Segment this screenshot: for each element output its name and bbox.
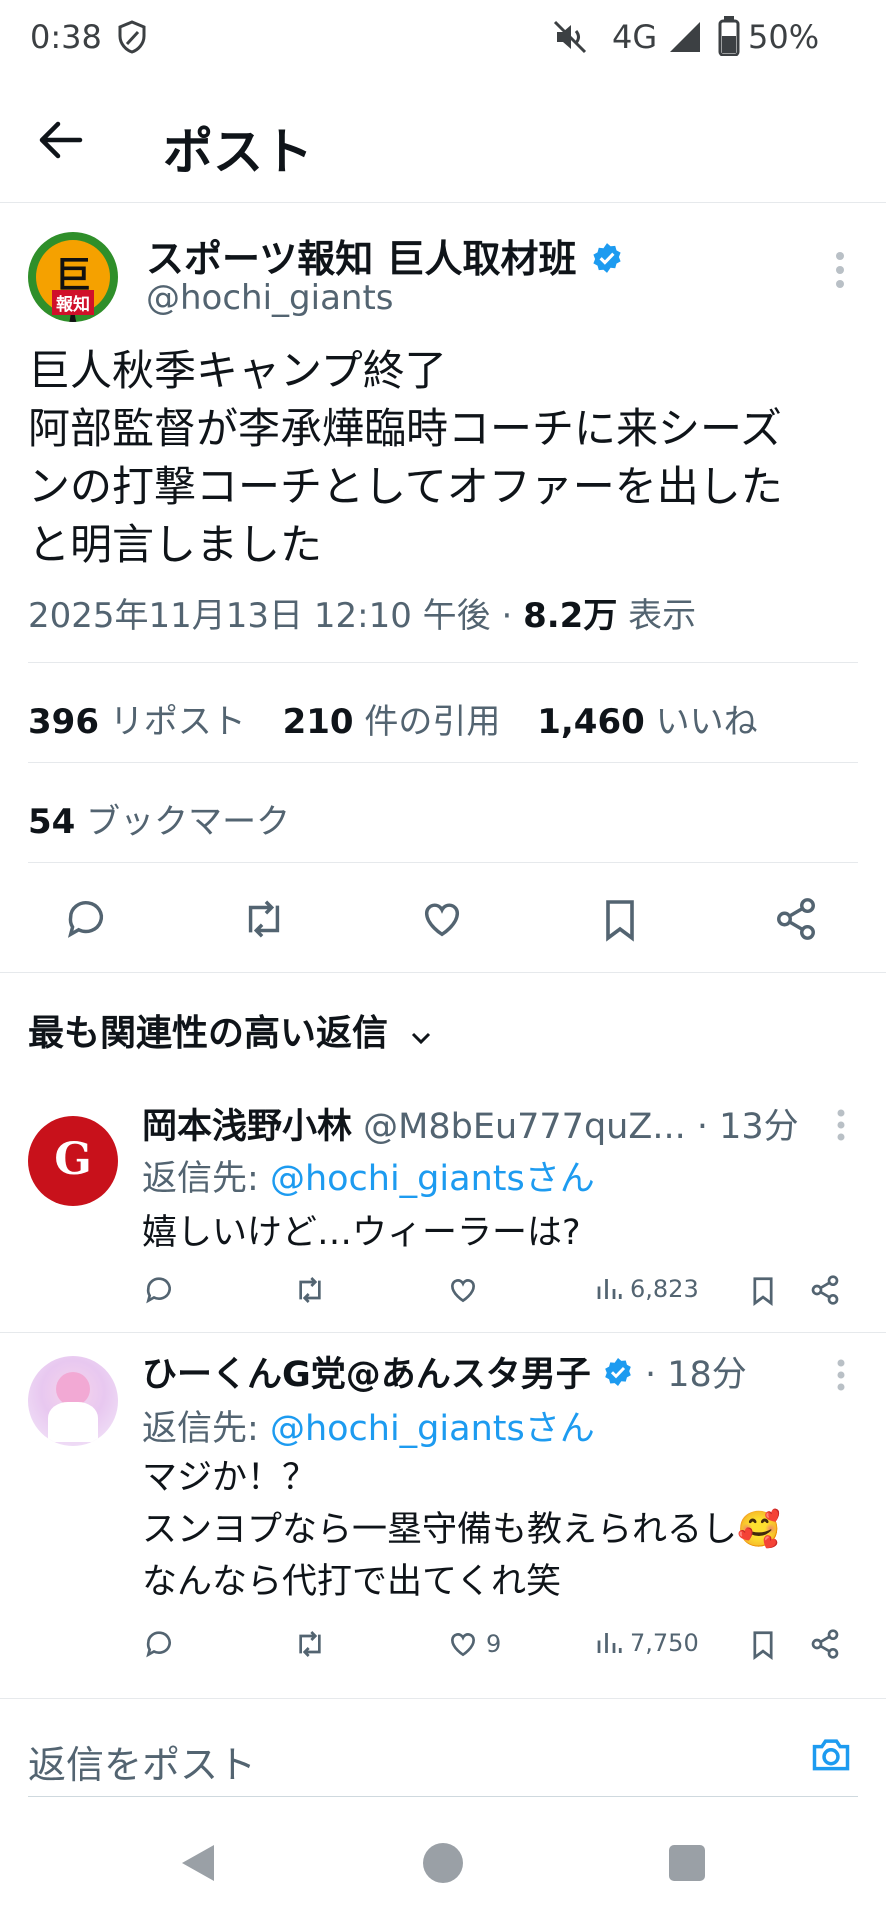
reply-composer-input[interactable]: 返信をポスト [28,1734,256,1789]
more-options-icon[interactable] [834,250,846,290]
nav-home-icon[interactable] [422,1842,464,1888]
quotes-stat[interactable]: 210 件の引用 [283,702,501,742]
clock: 0:38 [30,18,102,56]
reply-text: 嬉しいけど…ウィーラーは? [142,1213,581,1253]
nav-recents-icon[interactable] [668,1844,706,1886]
reply-text-line: マジか！？ [142,1458,318,1498]
post-text-line: ンの打撃コーチとしてオファーを出した [28,462,783,511]
bookmark-button[interactable] [598,896,642,944]
reply-views[interactable]: 7,750 [594,1628,699,1658]
reply-to: 返信先: @hochi_giantsさん [142,1159,595,1199]
verified-badge-icon [590,240,624,284]
reply-author-handle[interactable]: @M8bEu777quZ... [363,1107,686,1147]
divider [28,762,858,763]
repost-button[interactable] [238,896,290,942]
replies-sort-dropdown[interactable]: 最も関連性の高い返信 [28,1004,433,1056]
top-app-bar: ポスト [0,78,886,203]
composer-underline [28,1796,858,1797]
network-type: 4G [612,18,658,56]
more-options-icon[interactable] [836,1108,846,1146]
reply-to-handle-link[interactable]: @hochi_giantsさん [270,1159,595,1199]
reply-text-line: スンヨプなら一塁守備も教えられるし🥰 [142,1510,781,1550]
reply-header: ひーくんG党@あんスタ男子 · 18分 [142,1346,747,1397]
reply-time[interactable]: · 18分 [645,1355,747,1395]
divider [28,662,858,663]
author-name[interactable]: スポーツ報知 巨人取材班 [146,228,624,284]
share-button[interactable] [772,896,820,942]
reply-button[interactable] [62,896,110,942]
reply-like-count: 9 [486,1630,502,1658]
reply-like-button[interactable] [446,1274,486,1306]
reply-reply-button[interactable] [142,1628,176,1660]
reply-views[interactable]: 6,823 [594,1274,699,1304]
battery-level: 50% [748,18,820,56]
reply-reply-button[interactable] [142,1274,176,1306]
divider [0,1332,886,1333]
post-text: 巨人秋季キャンプ終了 阿部監督が李承燁臨時コーチに来シーズ ンの打撃コーチとして… [28,342,783,574]
post-timestamp[interactable]: 2025年11月13日 12:10 午後 · [28,596,512,636]
reply-header: 岡本浅野小林 @M8bEu777quZ... · 13分 [142,1098,799,1149]
nav-back-icon[interactable] [178,1842,218,1888]
engagement-stats: 396 リポスト 210 件の引用 1,460 いいね [28,694,758,743]
bookmarks-stat[interactable]: 54 ブックマーク [28,794,290,843]
status-bar: 0:38 4G 50% [0,0,886,78]
reply-text: マジか！？ スンヨプなら一塁守備も教えられるし🥰 なんなら代打で出てくれ笑 [142,1452,781,1608]
author-handle[interactable]: @hochi_giants [146,278,394,318]
likes-stat[interactable]: 1,460 いいね [537,702,757,742]
views-label: 表示 [628,596,697,636]
post-text-line: 巨人秋季キャンプ終了 [28,346,447,395]
reply-bookmark-button[interactable] [748,1274,778,1308]
reply-repost-button[interactable] [292,1628,328,1660]
reply-avatar[interactable] [28,1356,118,1446]
like-button[interactable] [418,896,466,942]
post-meta: 2025年11月13日 12:10 午後 · 8.2万 表示 [28,588,696,637]
reply-author-name[interactable]: ひーくんG党@あんスタ男子 [142,1355,591,1395]
page-title: ポスト [163,123,313,181]
back-arrow-icon[interactable] [36,118,92,162]
views-chart-icon [597,1633,622,1653]
reply-view-count: 6,823 [630,1275,699,1303]
divider [0,972,886,973]
divider [28,862,858,863]
views-chart-icon [597,1279,622,1299]
verified-badge-icon [602,1356,634,1397]
shield-icon [116,20,148,62]
camera-icon[interactable] [808,1732,854,1780]
more-options-icon[interactable] [836,1358,846,1396]
reposts-stat[interactable]: 396 リポスト [28,702,246,742]
reply-share-button[interactable] [808,1628,842,1660]
views-count: 8.2万 [523,596,618,636]
post-text-line: と明言しました [28,520,323,569]
reply-view-count: 7,750 [630,1629,699,1657]
avatar-logo-subtext: 報知 [52,290,94,315]
author-avatar[interactable]: 巨人 報知 [28,232,118,322]
mute-icon [553,20,587,62]
reply-repost-button[interactable] [292,1274,328,1306]
reply-to: 返信先: @hochi_giantsさん [142,1409,595,1449]
chevron-down-icon [409,1015,433,1056]
reply-author-name[interactable]: 岡本浅野小林 [142,1107,352,1147]
reply-text-line: なんなら代打で出てくれ笑 [142,1562,561,1602]
reply-time[interactable]: · 13分 [697,1107,799,1147]
reply-bookmark-button[interactable] [748,1628,778,1662]
battery-icon [718,16,740,64]
post-text-line: 阿部監督が李承燁臨時コーチに来シーズ [28,404,782,453]
reply-avatar[interactable]: G [28,1116,118,1206]
divider [0,1698,886,1699]
reply-like-button[interactable]: 9 [446,1628,501,1660]
reply-to-handle-link[interactable]: @hochi_giantsさん [270,1409,595,1449]
signal-icon [668,20,702,62]
reply-share-button[interactable] [808,1274,842,1306]
